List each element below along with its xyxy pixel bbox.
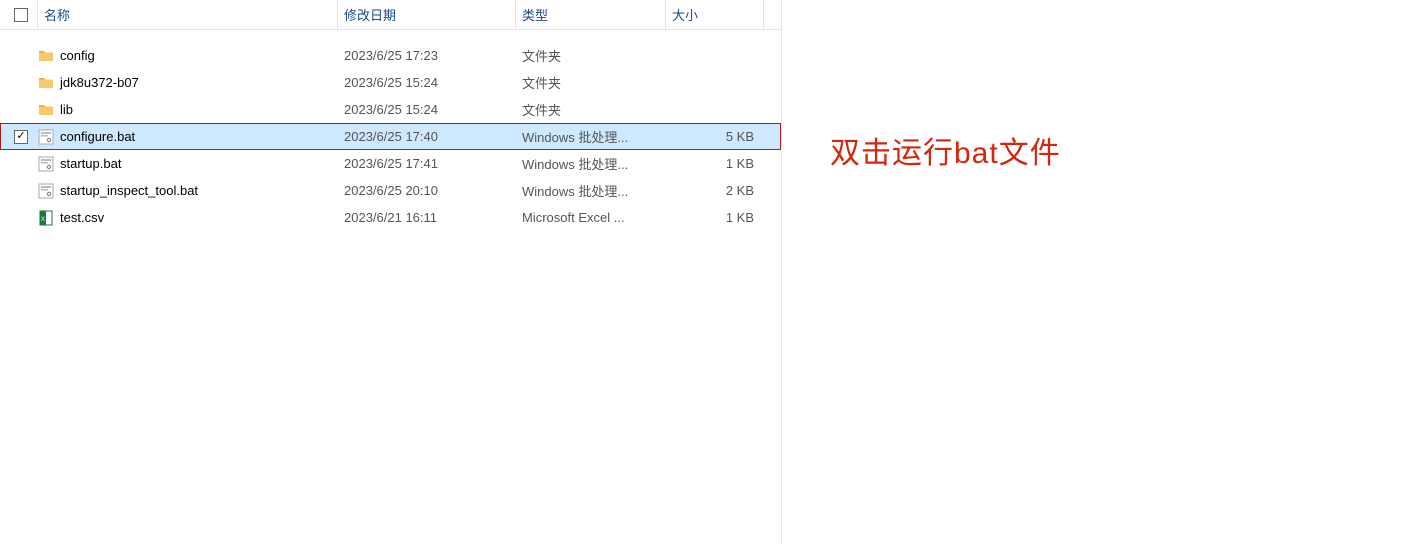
row-name-cell[interactable]: startup.bat — [38, 156, 338, 172]
csv-icon: X — [38, 210, 54, 226]
row-date-cell: 2023/6/25 17:23 — [338, 48, 516, 63]
file-explorer: 名称 修改日期 类型 大小 config2023/6/25 17:23文件夹jd… — [0, 0, 782, 544]
file-row[interactable]: config 2023/6/25 17:23文件夹 — [0, 42, 781, 69]
row-type-cell: 文件夹 — [516, 73, 666, 92]
svg-text:X: X — [41, 217, 45, 223]
folder-icon — [38, 48, 54, 64]
file-name: configure.bat — [60, 129, 135, 144]
row-date-cell: 2023/6/25 15:24 — [338, 102, 516, 117]
column-header-size[interactable]: 大小 — [666, 0, 764, 29]
annotation-text: 双击运行bat文件 — [830, 128, 1061, 172]
row-size-cell: 5 KB — [666, 129, 764, 144]
row-date-cell: 2023/6/25 17:41 — [338, 156, 516, 171]
row-type-cell: Microsoft Excel ... — [516, 210, 666, 225]
file-row[interactable]: Xtest.csv2023/6/21 16:11Microsoft Excel … — [0, 204, 781, 231]
column-header-type[interactable]: 类型 — [516, 0, 666, 29]
row-name-cell[interactable]: configure.bat — [38, 129, 338, 145]
file-name: startup.bat — [60, 156, 121, 171]
row-type-cell: 文件夹 — [516, 100, 666, 119]
row-date-cell: 2023/6/25 20:10 — [338, 183, 516, 198]
row-name-cell[interactable]: jdk8u372-b07 — [38, 75, 338, 91]
column-header-name[interactable]: 名称 — [38, 0, 338, 29]
row-name-cell[interactable]: Xtest.csv — [38, 210, 338, 226]
row-name-cell[interactable]: config — [38, 48, 338, 64]
select-all-checkbox[interactable] — [14, 8, 28, 22]
file-name: jdk8u372-b07 — [60, 75, 139, 90]
file-name: config — [60, 48, 95, 63]
row-type-cell: 文件夹 — [516, 46, 666, 65]
row-type-cell: Windows 批处理... — [516, 127, 666, 146]
folder-icon — [38, 102, 54, 118]
row-size-cell: 2 KB — [666, 183, 764, 198]
row-type-cell: Windows 批处理... — [516, 181, 666, 200]
file-list: config2023/6/25 17:23文件夹jdk8u372-b072023… — [0, 30, 781, 231]
row-checkbox-cell[interactable]: ✓ — [4, 130, 38, 144]
folder-icon — [38, 75, 54, 91]
row-size-cell: 1 KB — [666, 156, 764, 171]
file-row[interactable]: ✓ configure.bat 2023/6/25 17:40Windows 批处理… — [0, 123, 781, 150]
file-row[interactable]: jdk8u372-b07 2023/6/25 15:24文件夹 — [0, 69, 781, 96]
file-name: lib — [60, 102, 73, 117]
file-name: test.csv — [60, 210, 104, 225]
row-date-cell: 2023/6/25 17:40 — [338, 129, 516, 144]
bat-icon — [38, 129, 54, 145]
row-name-cell[interactable]: startup_inspect_tool.bat — [38, 183, 338, 199]
column-header-date[interactable]: 修改日期 — [338, 0, 516, 29]
column-header-row: 名称 修改日期 类型 大小 — [0, 0, 781, 30]
row-size-cell: 1 KB — [666, 210, 764, 225]
file-row[interactable]: startup_inspect_tool.bat 2023/6/25 20:10W… — [0, 177, 781, 204]
row-date-cell: 2023/6/25 15:24 — [338, 75, 516, 90]
file-name: startup_inspect_tool.bat — [60, 183, 198, 198]
row-date-cell: 2023/6/21 16:11 — [338, 210, 516, 225]
column-header-checkbox[interactable] — [4, 0, 38, 29]
bat-icon — [38, 156, 54, 172]
row-type-cell: Windows 批处理... — [516, 154, 666, 173]
row-name-cell[interactable]: lib — [38, 102, 338, 118]
file-row[interactable]: startup.bat 2023/6/25 17:41Windows 批处理...… — [0, 150, 781, 177]
row-checkbox[interactable]: ✓ — [14, 130, 28, 144]
file-row[interactable]: lib 2023/6/25 15:24文件夹 — [0, 96, 781, 123]
bat-icon — [38, 183, 54, 199]
